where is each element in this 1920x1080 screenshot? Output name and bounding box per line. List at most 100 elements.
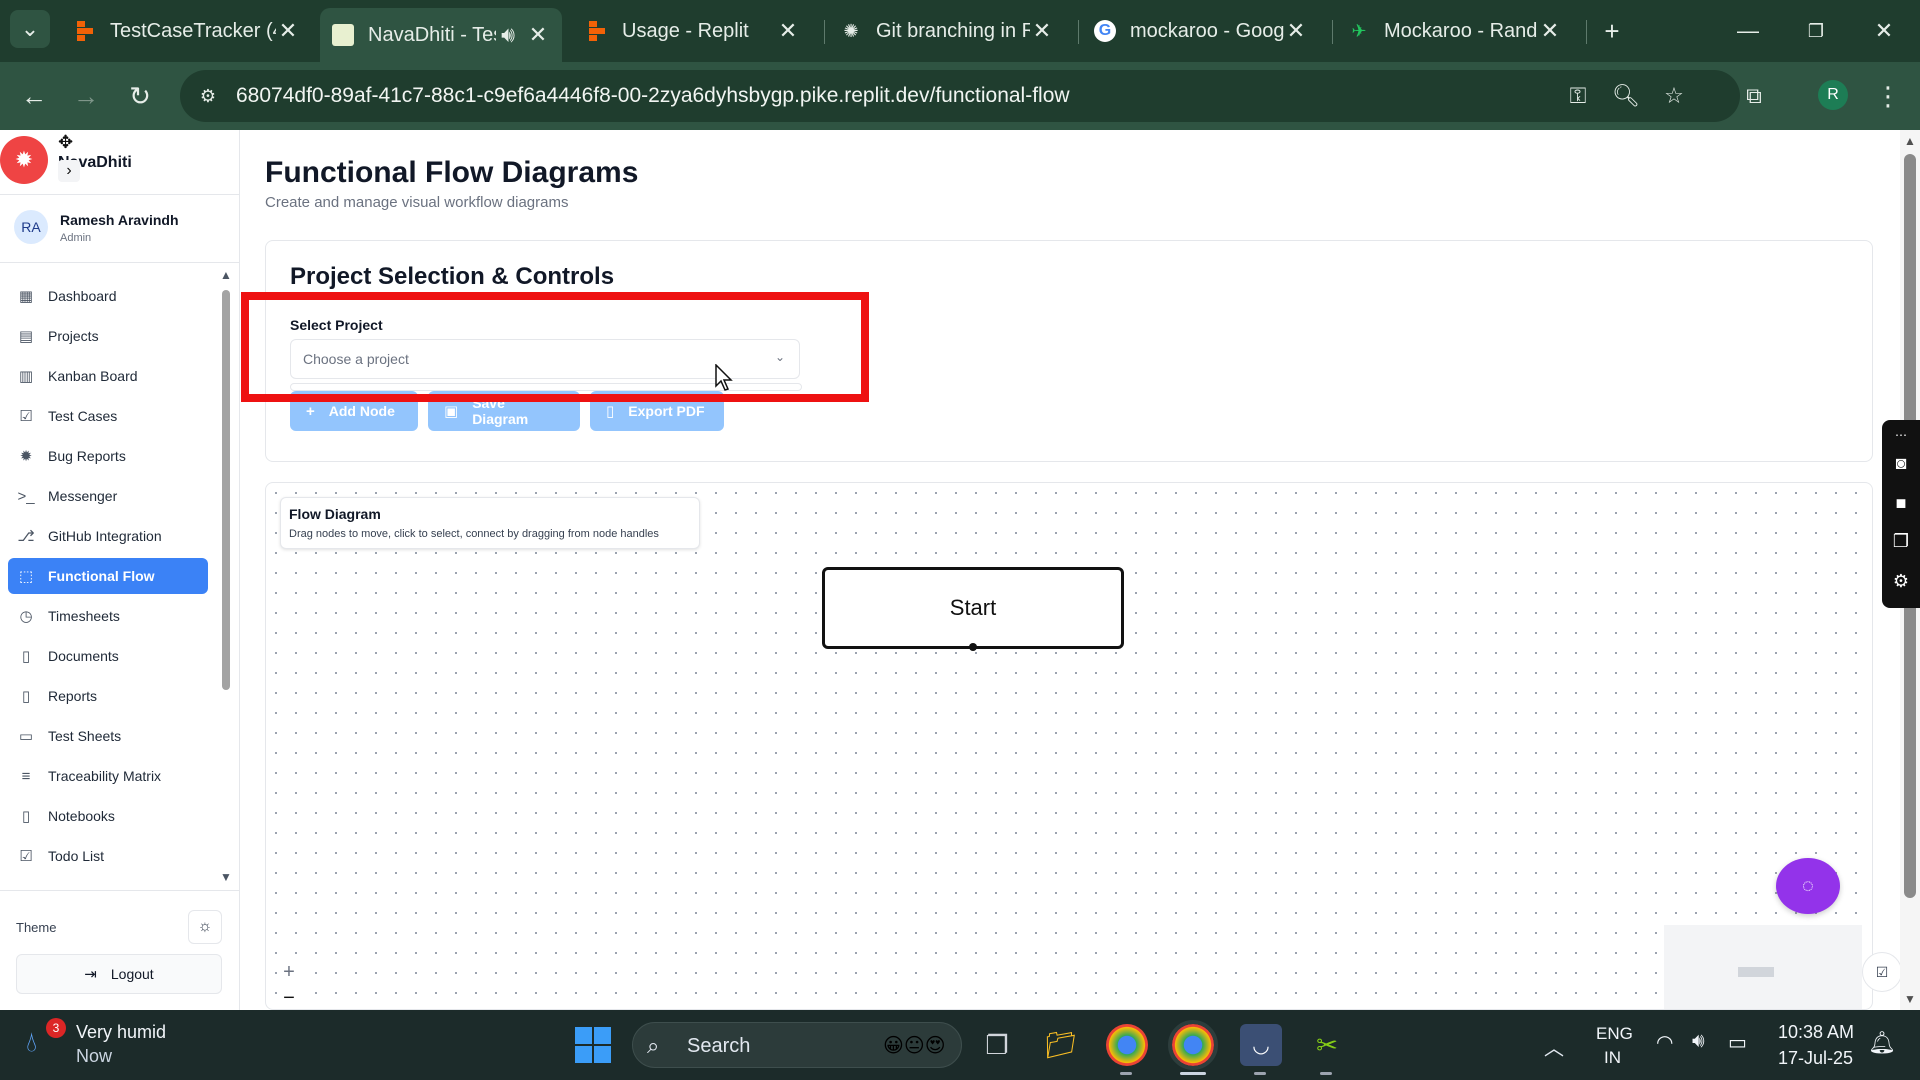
sidebar-item-kanban-board[interactable]: ▥ Kanban Board [8,358,208,394]
battery-icon[interactable]: ▭ [1728,1030,1747,1055]
minimize-icon[interactable]: — [1728,12,1768,50]
window-icon[interactable]: ❐ [1888,528,1914,554]
site-info-icon[interactable]: ⚙︎ [192,80,224,112]
close-tab-icon[interactable]: ✕ [276,18,300,44]
back-icon[interactable]: ← [14,76,54,116]
theme-toggle-button[interactable]: ☼ [188,910,222,944]
scroll-up-icon[interactable]: ▲ [220,268,232,282]
zoom-out-button[interactable]: − [278,987,300,1009]
chat-fab[interactable]: ◌ [1776,858,1840,914]
zoom-in-button[interactable]: + [278,961,300,983]
chevron-right-icon[interactable]: › [58,160,80,182]
sidebar-item-test-cases[interactable]: ☑ Test Cases [8,398,208,434]
menu-kebab-icon[interactable]: ⋮ [1868,76,1908,116]
zoom-icon[interactable]: 🔍︎ [1610,80,1642,112]
close-tab-icon[interactable]: ✕ [1538,18,1562,44]
sidebar-item-label: Bug Reports [48,448,126,464]
close-tab-icon[interactable]: ✕ [1284,18,1308,44]
close-window-icon[interactable]: ✕ [1864,12,1904,50]
sidebar-item-timesheets[interactable]: ◷ Timesheets [8,598,208,634]
tab-navadhiti[interactable]: NavaDhiti - Tes 🔊︎ ✕ [320,8,562,62]
add-node-label: Add Node [328,403,395,419]
start-node[interactable]: Start [822,567,1124,649]
task-view-icon[interactable]: ❐ [976,1024,1018,1066]
sidebar-item-test-sheets[interactable]: ▭ Test Sheets [8,718,208,754]
scroll-down-icon[interactable]: ▼ [1904,992,1916,1006]
tab-usage-replit[interactable]: Usage - Replit ✕ [574,8,812,54]
forward-icon[interactable]: → [66,76,106,116]
chrome-profile-icon[interactable] [1168,1020,1218,1070]
logout-button[interactable]: ⇥ Logout [16,954,222,994]
app-active-indicator [1180,1072,1206,1075]
restore-icon[interactable]: ❐ [1796,12,1836,50]
tab-mockaroo-google[interactable]: G mockaroo - Googl ✕ [1082,8,1320,54]
video-icon[interactable]: ■ [1888,490,1914,516]
sidebar-item-documents[interactable]: ▯ Documents [8,638,208,674]
sidebar-scrollbar[interactable] [222,290,230,690]
tab-mockaroo-random[interactable]: ✈ Mockaroo - Rando ✕ [1336,8,1574,54]
password-key-icon[interactable]: ⚿ [1562,80,1594,112]
tab-search-button[interactable]: ⌄ [10,10,50,48]
page-subtitle: Create and manage visual workflow diagra… [265,194,569,211]
windows-start-icon[interactable] [574,1026,612,1064]
taskbar-search[interactable]: ⌕ Search 😀😐😍 [632,1022,962,1068]
sidebar-item-github-integration[interactable]: ⎇ GitHub Integration [8,518,208,554]
wifi-icon[interactable]: ◠ [1656,1030,1673,1055]
sidebar-item-dashboard[interactable]: ▦ Dashboard [8,278,208,314]
volume-icon[interactable]: 🔊︎ [1692,1030,1705,1053]
tab-git-branching[interactable]: ✺ Git branching in Re ✕ [828,8,1066,54]
audio-icon[interactable]: 🔊︎ [496,22,520,48]
tab-title: TestCaseTracker (4) [110,19,276,42]
extensions-icon[interactable]: ⧉ [1734,76,1774,116]
gear-icon[interactable]: ⚙︎ [1888,568,1914,594]
weather-title[interactable]: Very humid [76,1022,166,1043]
node-handle[interactable] [969,643,977,651]
new-tab-icon[interactable]: + [1592,12,1632,50]
minimap[interactable] [1664,925,1862,1009]
close-tab-icon[interactable]: ✕ [526,22,550,48]
bookmark-star-icon[interactable]: ☆ [1658,80,1690,112]
sidebar-item-todo-list[interactable]: ☑ Todo List [8,838,208,874]
reload-icon[interactable]: ↻ [120,76,160,116]
flow-canvas[interactable]: Flow Diagram Drag nodes to move, click t… [265,482,1873,1010]
app-icon[interactable]: ◡ [1240,1024,1282,1066]
close-tab-icon[interactable]: ✕ [776,18,800,44]
scroll-up-icon[interactable]: ▲ [1904,134,1916,148]
close-tab-icon[interactable]: ✕ [1030,18,1054,44]
language-indicator[interactable]: ENG [1596,1024,1633,1044]
move-icon[interactable]: ✥ [58,132,73,153]
dashboard-icon: ▦ [18,288,34,305]
tab-title: NavaDhiti - Tes [368,23,496,46]
chrome-icon[interactable] [1106,1024,1148,1066]
address-bar[interactable]: ⚙︎ 68074df0-89af-41c7-88c1-c9ef6a4446f8-… [180,70,1740,122]
openai-icon: ✺ [843,20,859,41]
url-text[interactable]: 68074df0-89af-41c7-88c1-c9ef6a4446f8-00-… [236,84,1070,108]
sun-icon: ☼ [197,918,213,935]
file-explorer-icon[interactable]: 📁︎ [1040,1024,1082,1066]
tray-overflow-icon[interactable]: ︿ [1544,1032,1564,1061]
checklist-button[interactable]: ☑ [1862,952,1902,992]
sidebar-item-bug-reports[interactable]: ✹ Bug Reports [8,438,208,474]
pin-icon[interactable]: ⋯ [1888,422,1914,448]
notification-icon[interactable]: 🔔︎ [1868,1030,1896,1056]
tab-separator [1078,20,1079,44]
sidebar-item-reports[interactable]: ▯ Reports [8,678,208,714]
taskbar-search-placeholder: Search [687,1035,751,1057]
bug-icon: ✹ [19,448,33,465]
snipping-tool-icon[interactable]: ✂ [1306,1024,1348,1066]
sidebar-item-messenger[interactable]: >_ Messenger [8,478,208,514]
tab-testcasetracker[interactable]: TestCaseTracker (4) ✕ [62,8,312,54]
clock-time[interactable]: 10:38 AM [1778,1022,1854,1043]
page-title: Functional Flow Diagrams [265,156,639,189]
sidebar: NavaDhiti ✹ ✥ › RA Ramesh Aravindh Admin… [0,130,240,1010]
camera-icon[interactable]: ◙ [1888,450,1914,476]
bug-report-fab[interactable]: ✹ [0,136,48,184]
sidebar-item-traceability-matrix[interactable]: ≡ Traceability Matrix [8,758,208,794]
sidebar-item-notebooks[interactable]: ▯ Notebooks [8,798,208,834]
sidebar-item-projects[interactable]: ▤ Projects [8,318,208,354]
profile-avatar[interactable]: R [1818,80,1848,110]
sidebar-item-functional-flow[interactable]: ⬚ Functional Flow [8,558,208,594]
scroll-down-icon[interactable]: ▼ [220,870,232,884]
app-running-indicator [1254,1072,1266,1075]
minimap-node [1738,967,1774,977]
